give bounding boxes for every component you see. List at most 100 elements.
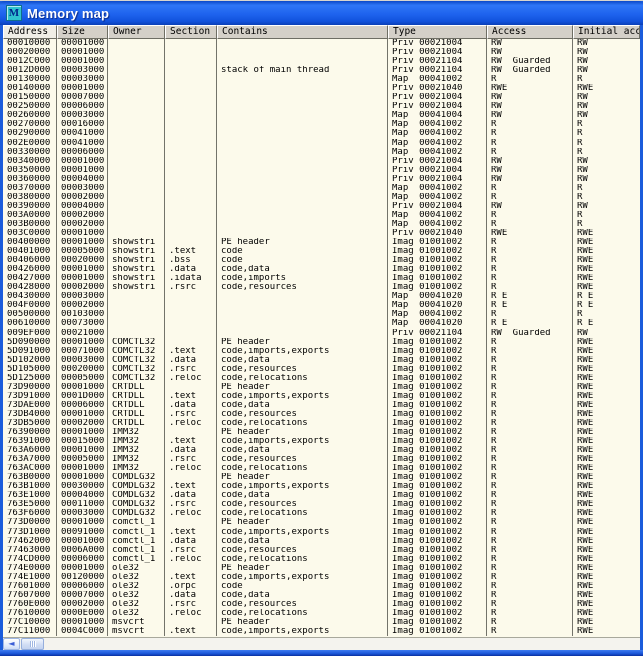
table-row[interactable]: 0012D00000003000stack of main threadPriv… [3, 66, 640, 75]
table-row[interactable]: 763F600000003000COMDLG32.reloccode,reloc… [3, 509, 640, 518]
table-row[interactable]: 77C110000004C000msvcrt.textcode,imports,… [3, 627, 640, 636]
column-header-type[interactable]: Type [388, 25, 487, 39]
table-row[interactable]: 773D000000001000comctl_1PE headerImag 01… [3, 518, 640, 527]
table-row[interactable]: 763A600000001000IMM32.datacode,dataImag … [3, 446, 640, 455]
table-row[interactable]: 004F000000002000Map 00041020R ER E [3, 301, 640, 310]
column-header-initial-acc[interactable]: Initial acc [573, 25, 640, 39]
cell-type: Priv 00021004 [388, 175, 487, 184]
table-row[interactable]: 009EF00000021000Priv 00021104RW GuardedR… [3, 329, 640, 338]
table-row[interactable]: 0027000000016000Map 00041002RR [3, 120, 640, 129]
titlebar[interactable]: M Memory map [0, 1, 643, 25]
table-row[interactable]: 0042600000001000showstri.datacode,dataIm… [3, 265, 640, 274]
column-header-address[interactable]: Address [3, 25, 57, 39]
table-row[interactable]: 0015000000007000Priv 00021004RWRW [3, 93, 640, 102]
table-row[interactable]: 0034000000001000Priv 00021004RWRW [3, 157, 640, 166]
table-row[interactable]: 0038000000002000Map 00041002RR [3, 193, 640, 202]
table-row[interactable]: 763E100000004000COMDLG32.datacode,dataIm… [3, 491, 640, 500]
cell-access: R [487, 627, 573, 636]
table-row[interactable]: 0002000000001000Priv 00021004RWRW [3, 48, 640, 57]
table-row[interactable]: 774E100000120000ole32.textcode,imports,e… [3, 573, 640, 582]
table-row[interactable]: 776100000000E000ole32.reloccode,relocati… [3, 609, 640, 618]
table-row[interactable]: 0001000000001000Priv 00021004RWRW [3, 39, 640, 48]
table-row[interactable]: 0061000000073000Map 00041020R ER E [3, 319, 640, 328]
cell-contains: code,imports,exports [217, 437, 388, 446]
cell-address: 003A0000 [3, 211, 57, 220]
table-row[interactable]: 7746200000001000comctl_1.datacode,dataIm… [3, 537, 640, 546]
table-row[interactable]: 0042700000001000showstri.idatacode,impor… [3, 274, 640, 283]
cell-type: Map 00041002 [388, 120, 487, 129]
table-row[interactable]: 7760700000007000ole32.datacode,dataImag … [3, 591, 640, 600]
cell-access: R E [487, 301, 573, 310]
horizontal-scrollbar[interactable]: ◄ [3, 637, 640, 650]
cell-access: R [487, 356, 573, 365]
cell-contains: code,resources [217, 283, 388, 292]
table-row[interactable]: 0029000000041000Map 00041002RR [3, 129, 640, 138]
table-row[interactable]: 763E500000011000COMDLG32.rsrccode,resour… [3, 500, 640, 509]
column-header-access[interactable]: Access [487, 25, 573, 39]
column-header-size[interactable]: Size [57, 25, 108, 39]
table-row[interactable]: 774CD00000006000comctl_1.reloccode,reloc… [3, 555, 640, 564]
cell-section: .rsrc [165, 600, 217, 609]
table-row[interactable]: 0035000000001000Priv 00021004RWRW [3, 166, 640, 175]
table-row[interactable]: 0050000000103000Map 00041002RR [3, 310, 640, 319]
column-header-contains[interactable]: Contains [217, 25, 388, 39]
table-row[interactable]: 0026000000003000Map 00041004RWRW [3, 111, 640, 120]
table-row[interactable]: 73D910000001D000CRTDLL.textcode,imports,… [3, 392, 640, 401]
table-row[interactable]: 5D10500000020000COMCTL32.rsrccode,resour… [3, 365, 640, 374]
cell-access: R [487, 491, 573, 500]
table-row[interactable]: 003B000000002000Map 00041002RR [3, 220, 640, 229]
cell-owner [108, 129, 165, 138]
cell-access: RW Guarded [487, 66, 573, 75]
table-row[interactable]: 763B000000001000COMDLG32PE headerImag 01… [3, 473, 640, 482]
table-row[interactable]: 0039000000004000Priv 00021004RWRW [3, 202, 640, 211]
table-row[interactable]: 003C000000001000Priv 00021040RWERWE [3, 229, 640, 238]
table-row[interactable]: 7639100000015000IMM32.textcode,imports,e… [3, 437, 640, 446]
table-row[interactable]: 0014000000001000Priv 00021040RWERWE [3, 84, 640, 93]
table-row[interactable]: 73DB400000001000CRTDLL.rsrccode,resource… [3, 410, 640, 419]
column-header-owner[interactable]: Owner [108, 25, 165, 39]
table-row[interactable]: 5D12500000005000COMCTL32.reloccode,reloc… [3, 374, 640, 383]
table-row[interactable]: 774E000000001000ole32PE headerImag 01001… [3, 564, 640, 573]
table-row[interactable]: 7760100000006000ole32.orpccodeImag 01001… [3, 582, 640, 591]
table-row[interactable]: 0040000000001000showstriPE headerImag 01… [3, 238, 640, 247]
table-row[interactable]: 763A700000005000IMM32.rsrccode,resources… [3, 455, 640, 464]
table-row[interactable]: 0033000000006000Map 00041002RR [3, 148, 640, 157]
cell-access: R [487, 564, 573, 573]
cell-type: Priv 00021004 [388, 202, 487, 211]
cell-contains [217, 202, 388, 211]
table-row[interactable]: 002E000000041000Map 00041002RR [3, 139, 640, 148]
scrollbar-thumb[interactable] [21, 638, 44, 650]
cell-type: Imag 01001002 [388, 383, 487, 392]
table-row[interactable]: 5D09100000071000COMCTL32.textcode,import… [3, 347, 640, 356]
cell-initial-acc: RWE [573, 274, 640, 283]
table-row[interactable]: 0040100000005000showstri.textcodeImag 01… [3, 247, 640, 256]
table-row[interactable]: 0036000000004000Priv 00021004RWRW [3, 175, 640, 184]
table-row[interactable]: 0042800000002000showstri.rsrccode,resour… [3, 283, 640, 292]
table-row[interactable]: 7639000000001000IMM32PE headerImag 01001… [3, 428, 640, 437]
table-row[interactable]: 0037000000003000Map 00041002RR [3, 184, 640, 193]
table-row[interactable]: 73DAE00000006000CRTDLL.datacode,dataImag… [3, 401, 640, 410]
table-row[interactable]: 73DB500000002000CRTDLL.reloccode,relocat… [3, 419, 640, 428]
table-row[interactable]: 7760E00000002000ole32.rsrccode,resources… [3, 600, 640, 609]
table-row[interactable]: 763AC00000001000IMM32.reloccode,relocati… [3, 464, 640, 473]
cell-type: Map 00041004 [388, 111, 487, 120]
scroll-left-button[interactable]: ◄ [3, 638, 20, 650]
table-row[interactable]: 003A000000002000Map 00041002RR [3, 211, 640, 220]
table-row[interactable]: 763B100000030000COMDLG32.textcode,import… [3, 482, 640, 491]
table-row[interactable]: 5D10200000003000COMCTL32.datacode,dataIm… [3, 356, 640, 365]
cell-access: R [487, 193, 573, 202]
table-row[interactable]: 73D9000000001000CRTDLLPE headerImag 0100… [3, 383, 640, 392]
table-row[interactable]: 774630000006A000comctl_1.rsrccode,resour… [3, 546, 640, 555]
table-row[interactable]: 77C1000000001000msvcrtPE headerImag 0100… [3, 618, 640, 627]
cell-address: 00360000 [3, 175, 57, 184]
table-row[interactable]: 0040600000020000showstri.bsscodeImag 010… [3, 256, 640, 265]
column-header-section[interactable]: Section [165, 25, 217, 39]
table-row[interactable]: 0013000000003000Map 00041002RR [3, 75, 640, 84]
cell-section [165, 193, 217, 202]
table-row[interactable]: 0025000000006000Priv 00021004RWRW [3, 102, 640, 111]
table-row[interactable]: 0043000000003000Map 00041020R ER E [3, 292, 640, 301]
table-row[interactable]: 5D09000000001000COMCTL32PE headerImag 01… [3, 338, 640, 347]
table-row[interactable]: 0012C00000001000Priv 00021104RW GuardedR… [3, 57, 640, 66]
scrollbar-track[interactable] [44, 638, 640, 651]
table-row[interactable]: 773D100000091000comctl_1.textcode,import… [3, 528, 640, 537]
